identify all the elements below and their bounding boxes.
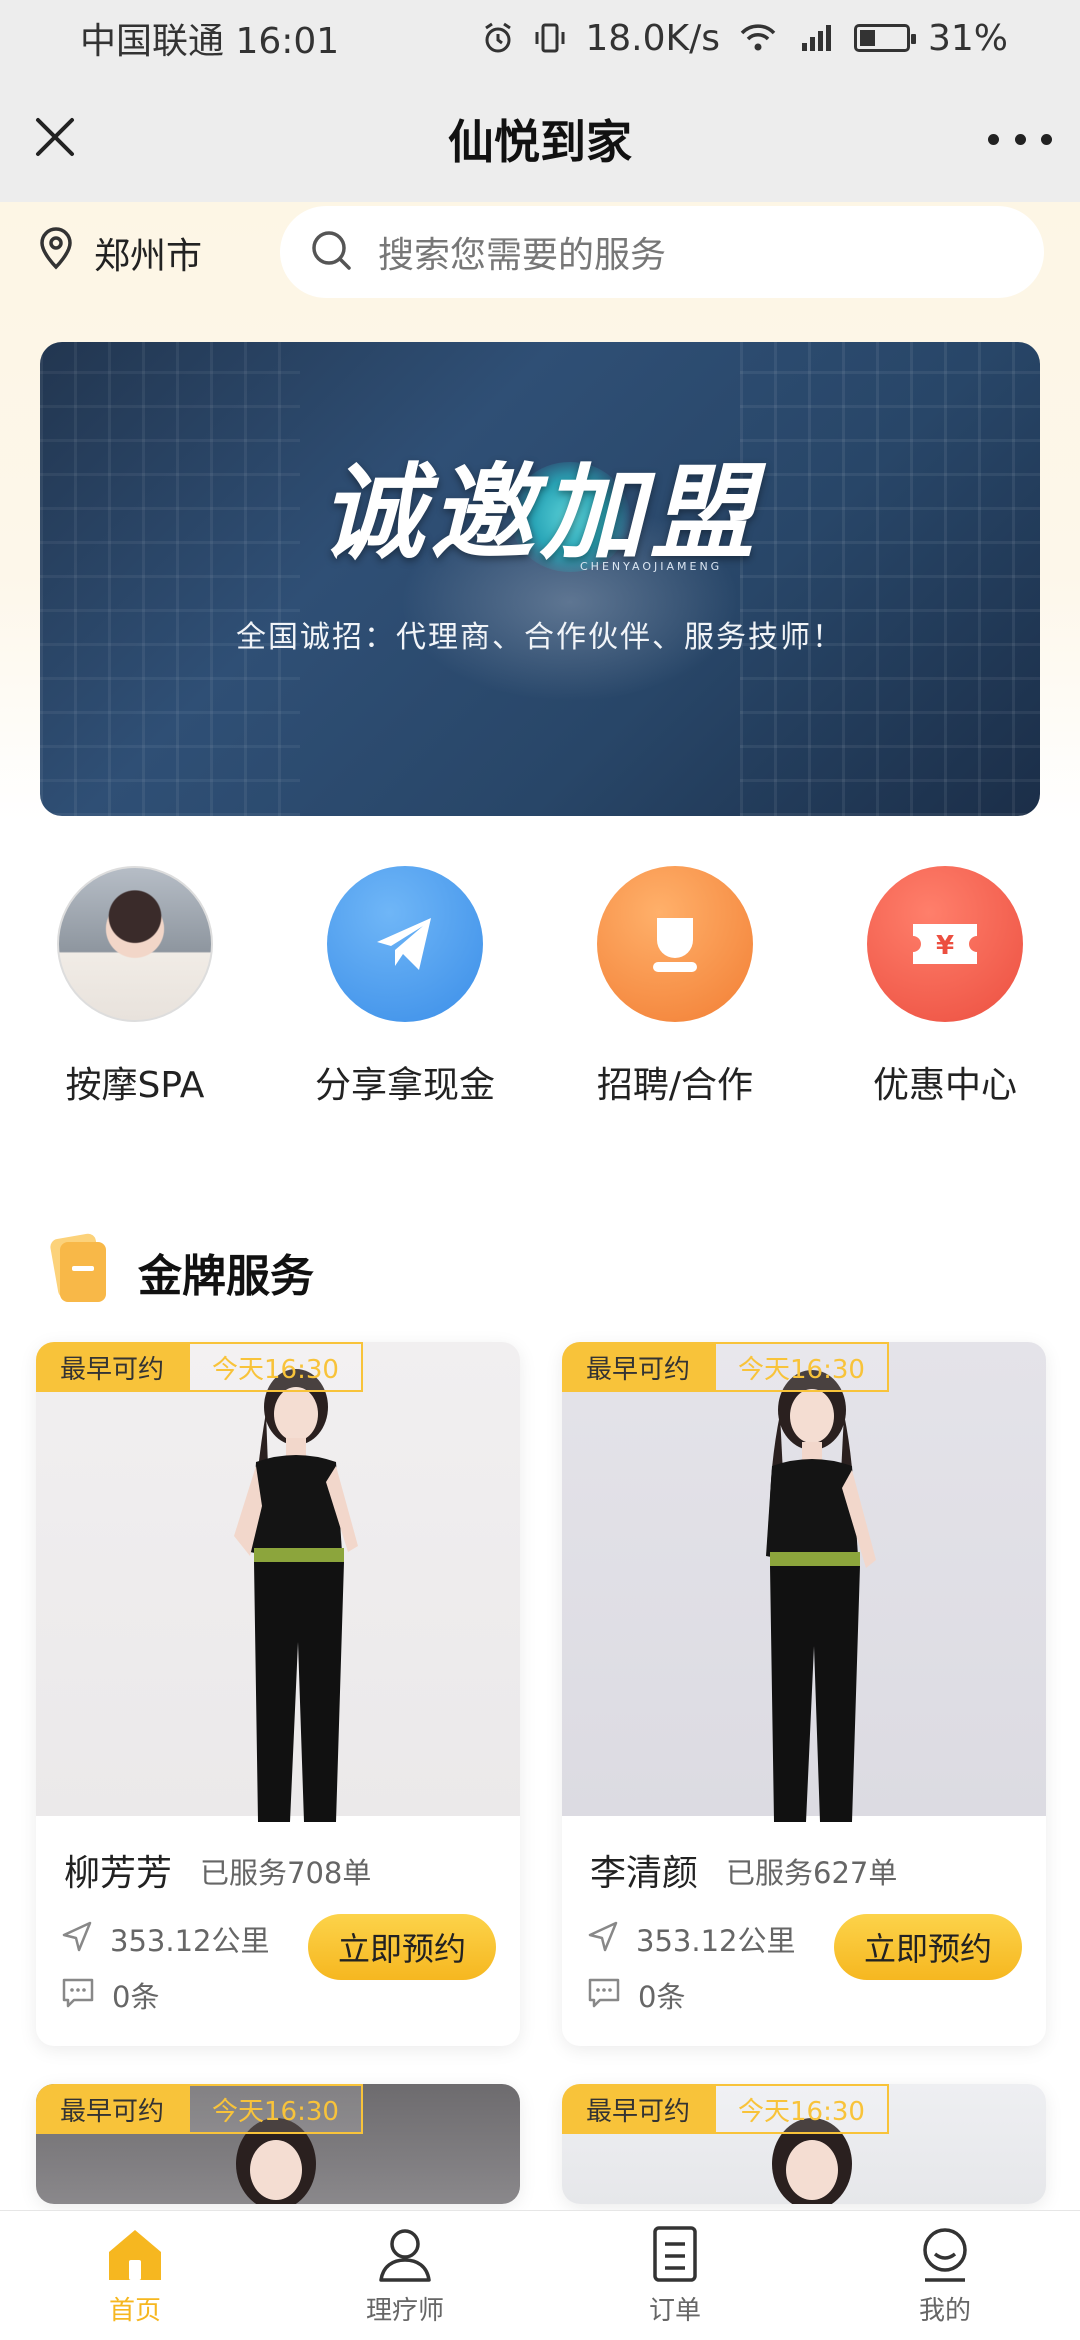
distance: 353.12公里 [60,1918,269,1960]
therapist-card[interactable]: 最早可约 今天16:30 柳芳芳 已服务708单 353.12公里 0条 立即预… [36,1342,520,2046]
quick-menu-label: 分享拿现金 [314,1065,495,1106]
carrier-time: 中国联通 16:01 [80,21,340,62]
distance-value: 353.12公里 [636,1924,796,1958]
battery-percent: 31% [927,17,1008,59]
therapist-photo: 最早可约 今天16:30 [562,2084,1046,2204]
therapist-name: 柳芳芳 [64,1853,173,1894]
availability-tag: 最早可约 今天16:30 [36,1342,363,1392]
served-count: 已服务627单 [726,1856,898,1890]
tag-label: 最早可约 [36,2084,189,2134]
tab-label: 订单 [648,2296,701,2326]
search-icon [308,227,354,277]
status-icons: 18.0K/s 31% [481,18,1008,59]
coupon-icon: ¥ [867,866,1023,1022]
banner-subtitle: 全国诚招：代理商、合作伙伴、服务技师！ [236,620,844,655]
wifi-icon [738,21,778,55]
vibrate-icon [533,21,567,55]
tab-profile[interactable]: 我的 [810,2211,1080,2340]
cellular-signal-icon [796,21,836,55]
served-count: 已服务708单 [200,1856,372,1890]
comment-count: 0条 [638,1980,686,2014]
alarm-icon [481,21,515,55]
comment-icon [586,1975,622,2016]
profile-icon [913,2224,977,2288]
status-bar: 中国联通 16:01 18.0K/s 31% [0,0,1080,76]
svg-text:¥: ¥ [936,931,954,961]
therapist-card[interactable]: 最早可约 今天16:30 李清颜 已服务627单 353.12公里 0条 立即预… [562,1342,1046,2046]
quick-menu-recruit[interactable]: 招聘/合作 [540,866,810,1126]
quick-menu-label: 招聘/合作 [596,1065,754,1106]
section-header: 金牌服务 [42,1230,314,1314]
card-info: 柳芳芳 已服务708单 353.12公里 0条 立即预约 [36,1816,520,2046]
tag-time: 今天16:30 [188,1342,363,1392]
therapist-card[interactable]: 最早可约 今天16:30 [36,2084,520,2204]
title-bar: 仙悦到家 [0,76,1080,202]
tag-label: 最早可约 [36,1342,189,1392]
spa-avatar [57,866,213,1022]
quick-menu-coupon[interactable]: ¥ 优惠中心 [810,866,1080,1126]
availability-tag: 最早可约 今天16:30 [562,1342,889,1392]
therapist-name: 李清颜 [590,1853,699,1894]
building-left [40,342,300,816]
tab-orders[interactable]: 订单 [540,2211,810,2340]
more-icon[interactable] [988,114,1052,164]
tag-label: 最早可约 [562,2084,715,2134]
quick-menu-label: 优惠中心 [872,1065,1017,1106]
navigation-arrow-icon [586,1919,620,1960]
building-right [740,342,1040,816]
tab-label: 理疗师 [365,2296,444,2326]
navigation-arrow-icon [60,1919,94,1960]
tag-time: 今天16:30 [714,2084,889,2134]
medal-icon [42,1230,114,1314]
therapist-photo: 最早可约 今天16:30 [562,1342,1046,1822]
availability-tag: 最早可约 今天16:30 [562,2084,889,2134]
distance: 353.12公里 [586,1918,795,1960]
order-icon [643,2224,707,2288]
quick-menu-spa[interactable]: 按摩SPA [0,866,270,1126]
therapist-figure [766,1370,876,1822]
therapist-figure [234,1369,358,1822]
banner-pinyin: CHENYAOJIAMENG [580,560,723,573]
book-now-button[interactable]: 立即预约 [834,1914,1022,1980]
tab-label: 我的 [918,2296,971,2326]
city-label: 郑州市 [94,235,203,277]
location-selector[interactable]: 郑州市 [36,226,202,279]
comments: 0条 [60,1974,159,2016]
tab-label: 首页 [108,2296,161,2326]
promo-banner[interactable]: 诚邀加盟 CHENYAOJIAMENG 全国诚招：代理商、合作伙伴、服务技师！ [40,342,1040,816]
distance-value: 353.12公里 [110,1924,270,1958]
tag-time: 今天16:30 [714,1342,889,1392]
home-icon [103,2224,167,2288]
battery-icon [853,24,916,52]
search-placeholder: 搜索您需要的服务 [378,235,667,276]
bottom-tab-bar: 首页 理疗师 订单 我的 [0,2210,1080,2340]
availability-tag: 最早可约 今天16:30 [36,2084,363,2134]
therapist-icon [373,2224,437,2288]
comment-count: 0条 [112,1980,160,2014]
location-pin-icon [36,226,76,279]
therapist-card[interactable]: 最早可约 今天16:30 [562,2084,1046,2204]
therapist-photo: 最早可约 今天16:30 [36,2084,520,2204]
book-now-button[interactable]: 立即预约 [308,1914,496,1980]
page-title: 仙悦到家 [448,115,632,169]
person-icon [597,866,753,1022]
search-input[interactable]: 搜索您需要的服务 [280,206,1044,298]
banner-headline: 诚邀加盟 [319,451,760,574]
tab-home[interactable]: 首页 [0,2211,270,2340]
therapist-photo: 最早可约 今天16:30 [36,1342,520,1822]
paper-plane-icon [327,866,483,1022]
comment-icon [60,1975,96,2016]
quick-menu-label: 按摩SPA [65,1065,205,1106]
card-info: 李清颜 已服务627单 353.12公里 0条 立即预约 [562,1816,1046,2046]
comments: 0条 [586,1974,685,2016]
tag-label: 最早可约 [562,1342,715,1392]
quick-menu: 按摩SPA 分享拿现金 招聘/合作 ¥ 优惠中心 [0,866,1080,1126]
tag-time: 今天16:30 [188,2084,363,2134]
network-speed: 18.0K/s [585,17,720,59]
quick-menu-share[interactable]: 分享拿现金 [270,866,540,1126]
section-title: 金牌服务 [138,1251,314,1302]
close-icon[interactable] [30,112,80,162]
tab-therapist[interactable]: 理疗师 [270,2211,540,2340]
